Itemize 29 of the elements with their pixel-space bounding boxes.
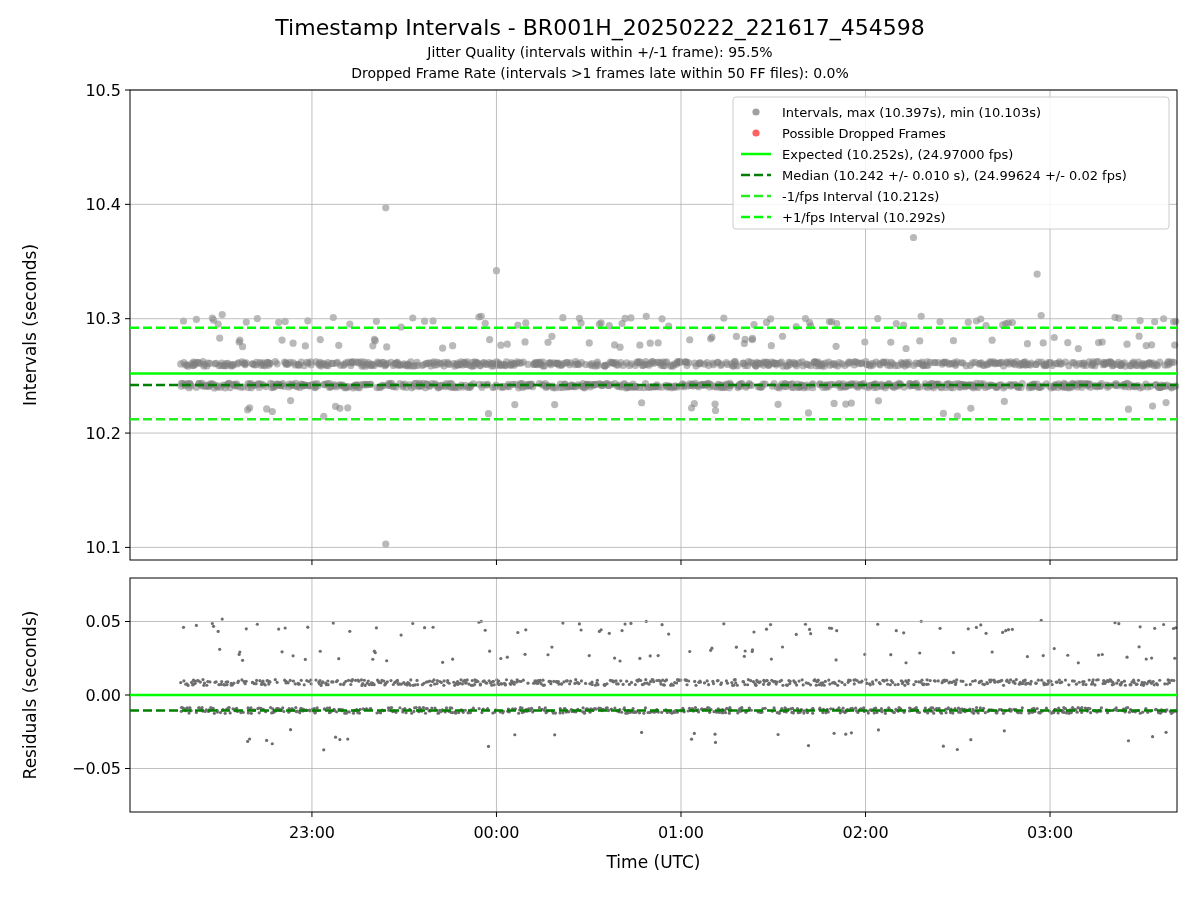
legend-label: +1/fps Interval (10.292s) [782,210,946,225]
tick-label: 02:00 [842,823,889,842]
tick-label: −0.05 [71,759,121,778]
legend-label: Expected (10.252s), (24.97000 fps) [782,147,1014,162]
legend-label: -1/fps Interval (10.212s) [782,189,940,204]
tick-label: 23:00 [288,823,335,842]
tick-label: 0.05 [85,612,121,631]
tick-label: 01:00 [657,823,705,842]
tick-label: 10.3 [85,309,121,329]
tick-label: 0.00 [85,685,121,705]
legend-line-icon [741,152,771,156]
tick-label: 10.4 [85,194,121,214]
axis-label: Residuals (seconds) [20,610,40,780]
legend-label: Intervals, max (10.397s), min (10.103s) [782,105,1041,120]
chart-title: Timestamp Intervals - BR001H_20250222_221617_454598 [275,14,925,42]
chart-subtitle: Jitter Quality (intervals within +/-1 frame): 95.5% [427,43,773,62]
tick-label: 00:00 [473,823,520,842]
chart-subtitle: Dropped Frame Rate (intervals >1 frames late within 50 FF files): 0.0% [351,64,849,83]
legend-label: Possible Dropped Frames [782,126,946,141]
tick-label: 10.2 [85,423,121,443]
legend-label: Median (10.242 +/- 0.010 s), (24.99624 +/- 0.02 fps) [782,168,1127,183]
legend-line-icon [741,194,771,198]
legend-line-icon [741,215,771,219]
axis-label: Time (UTC) [606,852,701,872]
legend-line-icon [741,173,771,177]
tick-label: 03:00 [1027,823,1074,842]
tick-label: 10.5 [85,80,121,100]
tick-label: 10.1 [85,537,121,557]
axis-label: Intervals (seconds) [20,243,40,407]
